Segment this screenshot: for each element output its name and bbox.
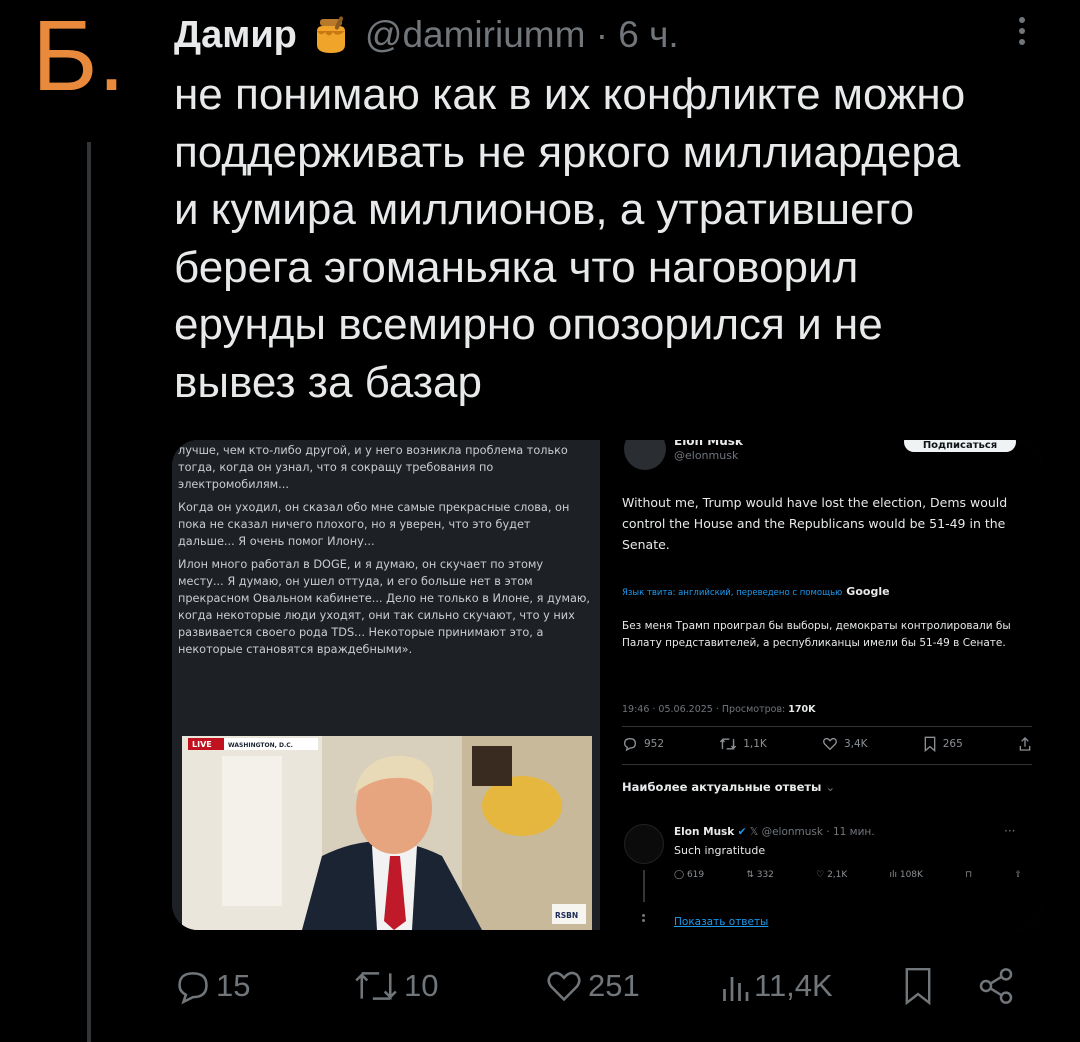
- retweet-count: 10: [404, 968, 439, 1003]
- media-left-screenshot: лучше, чем кто-либо другой, и у него воз…: [172, 440, 600, 930]
- translation-note: Язык твита: английский, переведено с пом…: [622, 585, 890, 598]
- tweet-header: Дамир @damiriumm · 6 ч.: [174, 10, 679, 60]
- more-options-icon: ···: [1004, 824, 1016, 838]
- rsbn-watermark: RSBN: [555, 911, 578, 920]
- live-badge: LIVE: [192, 740, 212, 749]
- reply-icon: [178, 972, 208, 1005]
- tweet-text: не понимаю как в их конфликте можно подд…: [174, 70, 966, 407]
- avatar[interactable]: Б.: [32, 6, 125, 106]
- divider: [622, 764, 1032, 765]
- share-icon: [979, 968, 1013, 1004]
- share-button[interactable]: [976, 958, 1016, 1014]
- retweet-icon: [720, 738, 737, 750]
- stats-row: 952 1,1K 3,4K 265: [622, 736, 1032, 752]
- divider: [622, 726, 1032, 727]
- like-stat: ♡ 2,1K: [816, 870, 848, 880]
- quote-paragraph: лучше, чем кто-либо другой, и у него воз…: [178, 444, 568, 491]
- thread-line: [87, 142, 91, 1042]
- reply-button[interactable]: 15: [174, 958, 250, 1014]
- dots-icon: [642, 914, 646, 928]
- elon-name: Elon Musk: [674, 440, 743, 448]
- views-count: 11,4K: [754, 968, 833, 1003]
- media-right-screenshot: Elon Musk @elonmusk Подписаться Without …: [612, 440, 1042, 930]
- media-gap: [600, 440, 612, 930]
- retweet-stat: 1,1K: [719, 736, 767, 752]
- elon-tweet-text-en: Without me, Trump would have lost the el…: [622, 495, 1008, 552]
- location-label: WASHINGTON, D.C.: [228, 742, 293, 749]
- avatar: [624, 440, 666, 470]
- reply-avatar: [624, 824, 664, 864]
- share-stat: [1018, 736, 1032, 752]
- trump-photo: LIVE WASHINGTON, D.C. RSBN: [182, 736, 592, 930]
- reply-header: Elon Musk ✔ 𝕏 @elonmusk · 11 мин.: [674, 826, 875, 838]
- bookmark-icon: [905, 968, 931, 1006]
- more-options-icon[interactable]: [1012, 14, 1032, 54]
- views-count: 170K: [788, 704, 816, 715]
- reply-stat: 952: [622, 736, 664, 752]
- honey-pot-icon: [311, 15, 351, 55]
- retweet-button[interactable]: 10: [352, 958, 438, 1014]
- reply-stats-row: ◯ 619 ⇅ 332 ♡ 2,1K ılı 108K ⊓ ⇧: [674, 870, 1022, 880]
- best-replies-label: Наиболее актуальные ответы ⌄: [622, 780, 836, 794]
- action-bar: 15 10 251 11,4K: [172, 958, 1032, 1014]
- retweet-stat: ⇅ 332: [746, 870, 774, 880]
- google-label: Google: [846, 585, 890, 598]
- tweet-meta: 19:46 · 05.06.2025 · Просмотров: 170K: [622, 704, 816, 715]
- reply-text: Such ingratitude: [674, 844, 766, 857]
- bookmark-icon: ⊓: [965, 870, 973, 880]
- quote-text-ru: лучше, чем кто-либо другой, и у него воз…: [178, 442, 590, 664]
- views-stat: ılı 108K: [889, 870, 923, 880]
- like-stat: 3,4K: [822, 736, 868, 752]
- subscribe-button: Подписаться: [904, 440, 1016, 452]
- quote-paragraph: Когда он уходил, он сказал обо мне самые…: [178, 501, 570, 548]
- author-name[interactable]: Дамир: [174, 14, 297, 57]
- reply-stat: ◯ 619: [674, 870, 705, 880]
- reply-count: 15: [216, 968, 251, 1003]
- like-count: 251: [588, 968, 640, 1003]
- views-button[interactable]: 11,4K: [720, 958, 833, 1014]
- reply-thread-line: [643, 870, 645, 902]
- quote-paragraph: Илон много работал в DOGE, и я думаю, он…: [178, 558, 590, 656]
- bookmark-button[interactable]: [902, 958, 934, 1014]
- heart-icon: [822, 737, 837, 751]
- like-button[interactable]: 251: [544, 958, 640, 1014]
- show-replies-link: Показать ответы: [674, 916, 769, 928]
- reply-icon: [623, 737, 637, 752]
- author-handle-time[interactable]: @damiriumm · 6 ч.: [365, 14, 679, 56]
- views-icon: [723, 977, 749, 1001]
- bookmark-icon: [924, 736, 936, 752]
- share-icon: ⇧: [1014, 870, 1022, 880]
- heart-icon: [547, 971, 581, 1002]
- tweet-media[interactable]: лучше, чем кто-либо другой, и у него воз…: [172, 440, 1042, 930]
- share-icon: [1019, 737, 1031, 751]
- bookmark-stat: 265: [923, 736, 963, 752]
- elon-handle: @elonmusk: [674, 449, 739, 462]
- retweet-icon: [355, 971, 397, 1001]
- elon-tweet-text-ru: Без меня Трамп проиграл бы выборы, демок…: [622, 620, 1011, 649]
